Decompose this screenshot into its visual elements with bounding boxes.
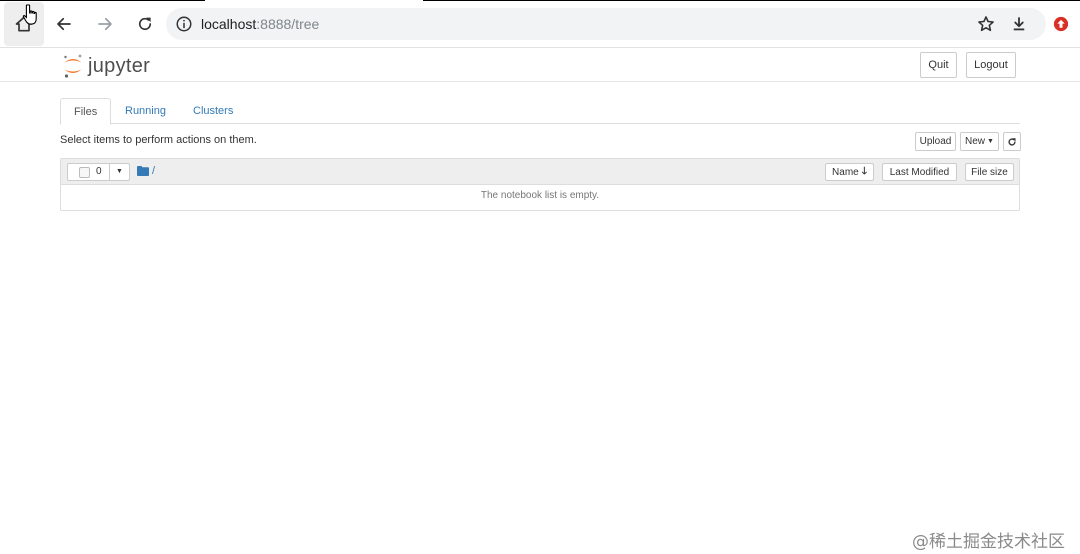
upload-button[interactable]: Upload bbox=[915, 132, 956, 151]
upload-extension-icon bbox=[1053, 16, 1069, 32]
window-top-edge bbox=[0, 0, 1080, 1]
select-all-checkbox[interactable] bbox=[79, 167, 90, 178]
star-icon bbox=[978, 16, 994, 32]
forward-button[interactable] bbox=[89, 8, 121, 40]
selected-count: 0 bbox=[96, 166, 102, 177]
quit-button[interactable]: Quit bbox=[920, 52, 957, 78]
extension-button[interactable] bbox=[1045, 8, 1077, 40]
hand-cursor-icon bbox=[22, 4, 37, 25]
logout-button[interactable]: Logout bbox=[966, 52, 1016, 78]
refresh-button[interactable] bbox=[1003, 132, 1021, 151]
breadcrumb-root[interactable]: / bbox=[152, 165, 155, 177]
new-dropdown-button[interactable]: New ▼ bbox=[960, 132, 999, 151]
url-text[interactable]: localhost:8888/tree bbox=[201, 16, 319, 32]
window-top-edge-gap bbox=[205, 0, 423, 1]
jupyter-header: jupyter Quit Logout bbox=[0, 48, 1080, 82]
reload-button[interactable] bbox=[129, 8, 161, 40]
tab-files[interactable]: Files bbox=[60, 98, 112, 125]
folder-icon[interactable] bbox=[137, 166, 149, 176]
watermark: @稀土掘金技术社区 bbox=[912, 532, 1065, 552]
sort-by-last-modified-button[interactable]: Last Modified bbox=[882, 163, 957, 181]
back-arrow-icon bbox=[57, 17, 71, 31]
browser-toolbar: localhost:8888/tree bbox=[0, 0, 1080, 48]
download-button[interactable] bbox=[1003, 8, 1035, 40]
tab-bar: Files Running Clusters bbox=[60, 98, 1020, 125]
url-host: localhost bbox=[201, 16, 257, 32]
bookmark-button[interactable] bbox=[970, 8, 1002, 40]
select-items-message: Select items to perform actions on them. bbox=[60, 134, 257, 146]
name-column-label: Name bbox=[832, 166, 859, 178]
sort-by-name-button[interactable]: Name 🡓 bbox=[825, 163, 874, 181]
jupyter-logo-text: jupyter bbox=[88, 54, 151, 77]
notebook-list-header: 0 ▼ / Name 🡓 Last Modified File size bbox=[61, 159, 1019, 185]
caret-down-icon[interactable]: ▼ bbox=[116, 168, 123, 175]
jupyter-logo[interactable]: jupyter bbox=[62, 52, 150, 80]
reload-icon bbox=[138, 17, 152, 31]
tab-running[interactable]: Running bbox=[112, 98, 179, 124]
tab-clusters[interactable]: Clusters bbox=[180, 98, 246, 124]
empty-list-message: The notebook list is empty. bbox=[480, 190, 600, 201]
info-icon[interactable] bbox=[175, 15, 193, 33]
select-divider bbox=[109, 164, 110, 180]
download-icon bbox=[1013, 17, 1025, 31]
new-button-label: New bbox=[965, 136, 986, 147]
url-path: :8888/tree bbox=[256, 16, 320, 32]
arrow-down-icon: 🡓 bbox=[861, 165, 867, 177]
address-bar[interactable]: localhost:8888/tree bbox=[166, 8, 1046, 40]
select-all-group[interactable]: 0 ▼ bbox=[67, 163, 130, 181]
jupyter-logo-icon bbox=[64, 54, 82, 78]
back-button[interactable] bbox=[48, 8, 80, 40]
sort-by-file-size-button[interactable]: File size bbox=[965, 163, 1014, 181]
forward-arrow-icon bbox=[98, 17, 112, 31]
notebook-list: 0 ▼ / Name 🡓 Last Modified File size The… bbox=[60, 158, 1020, 211]
refresh-icon bbox=[1008, 137, 1016, 146]
caret-down-icon: ▼ bbox=[987, 138, 994, 145]
